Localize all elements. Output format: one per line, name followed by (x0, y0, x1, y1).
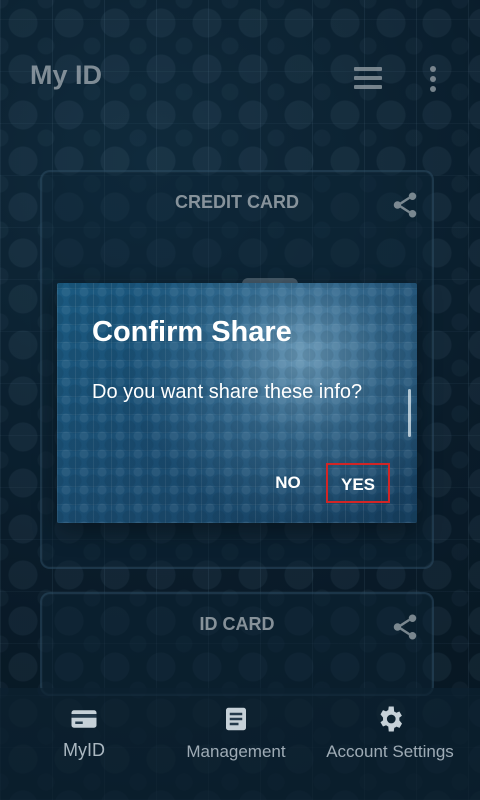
card-icon (71, 710, 97, 728)
confirm-share-dialog: Confirm Share Do you want share these in… (57, 283, 417, 523)
dialog-title: Confirm Share (92, 316, 292, 348)
document-icon (226, 707, 246, 731)
dialog-scrollbar[interactable] (408, 389, 411, 437)
no-button[interactable]: NO (262, 463, 314, 503)
dialog-message: Do you want share these info? (92, 381, 363, 403)
nav-item-management[interactable]: Management (180, 688, 292, 800)
nav-item-myid[interactable]: MyID (34, 688, 134, 800)
nav-label-myid: MyID (63, 740, 105, 760)
bottom-navigation: MyID Management Account Settings (0, 688, 480, 800)
nav-label-management: Management (186, 742, 286, 761)
nav-item-account-settings[interactable]: Account Settings (315, 688, 465, 800)
nav-label-account-settings: Account Settings (326, 742, 454, 761)
yes-button[interactable]: YES (326, 463, 390, 503)
gear-icon (380, 706, 402, 732)
